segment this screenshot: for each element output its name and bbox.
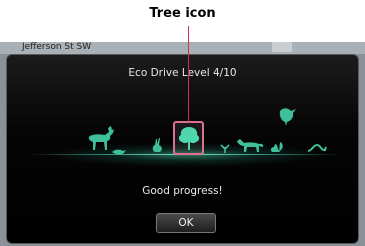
- fox-icon: [237, 139, 264, 152]
- bird-icon: [112, 149, 126, 155]
- snake-icon: [307, 143, 327, 152]
- grass-icon: [220, 144, 230, 153]
- navigation-screen: Jefferson St SW Eco Drive Level 4/10 Goo…: [0, 42, 365, 246]
- ok-button[interactable]: OK: [156, 213, 216, 233]
- rabbit-icon: [152, 138, 162, 152]
- eco-drive-dialog: Eco Drive Level 4/10 Good progress! OK: [6, 54, 359, 244]
- parrot-icon: [279, 108, 296, 126]
- map-street-label: Jefferson St SW: [22, 42, 92, 52]
- tree-icon[interactable]: [177, 125, 201, 152]
- callout-pointer-line: [188, 26, 189, 122]
- map-road: [272, 42, 292, 52]
- squirrel-icon: [270, 142, 283, 152]
- callout-label: Tree icon: [149, 6, 216, 21]
- dialog-title: Eco Drive Level 4/10: [128, 67, 237, 79]
- status-message: Good progress!: [142, 185, 223, 197]
